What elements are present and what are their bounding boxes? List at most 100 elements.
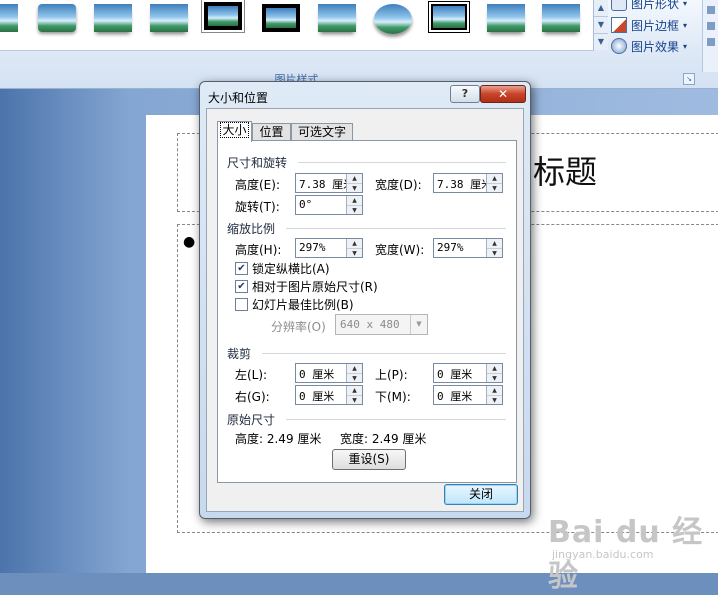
scale-width-spinner[interactable]: 297% ▲ ▼ <box>433 238 503 258</box>
spin-down-icon[interactable]: ▼ <box>347 395 362 405</box>
close-icon[interactable]: ✕ <box>480 85 526 103</box>
ribbon-right-group <box>702 0 718 72</box>
bring-forward-icon[interactable] <box>707 6 715 14</box>
spin-up-icon[interactable]: ▲ <box>347 196 362 205</box>
spinner-arrows[interactable]: ▲ ▼ <box>346 386 362 404</box>
reset-button[interactable]: 重设(S) <box>332 449 406 470</box>
rotation-label: 旋转(T): <box>235 200 280 214</box>
spinner-arrows[interactable]: ▲ ▼ <box>486 386 502 404</box>
spin-up-icon[interactable]: ▲ <box>487 174 502 183</box>
spinner-arrows[interactable]: ▲ ▼ <box>486 364 502 382</box>
gallery-up-icon[interactable]: ▲ <box>594 0 608 17</box>
divider <box>262 353 506 354</box>
border-pen-icon <box>611 17 627 33</box>
checkmark-icon: ✔ <box>237 281 246 292</box>
chevron-down-icon: ▼ <box>410 315 427 334</box>
crop-top-value: 0 厘米 <box>437 368 473 381</box>
help-button[interactable]: ? <box>450 85 480 103</box>
watermark-url: jingyan.baidu.com <box>552 548 654 561</box>
gallery-more-icon[interactable]: ▼ <box>594 34 608 50</box>
spin-down-icon[interactable]: ▼ <box>347 373 362 383</box>
effects-icon <box>611 38 627 54</box>
crop-bottom-value: 0 厘米 <box>437 390 473 403</box>
ribbon: ▲ ▼ ▼ 图片形状 ▾ 图片边框 ▾ 图片效果 ▾ 图片样式 ↘ <box>0 0 718 89</box>
scale-height-value: 297% <box>299 241 326 254</box>
spin-down-icon[interactable]: ▼ <box>487 395 502 405</box>
style-thumbnail-black-frame[interactable] <box>262 4 300 32</box>
spin-up-icon[interactable]: ▲ <box>487 386 502 395</box>
lock-aspect-checkbox[interactable]: ✔ <box>235 262 248 275</box>
style-thumbnail-double-frame[interactable] <box>428 1 470 33</box>
spin-down-icon[interactable]: ▼ <box>487 248 502 258</box>
tab-position[interactable]: 位置 <box>252 123 291 141</box>
rotation-value: 0° <box>299 198 313 211</box>
spin-up-icon[interactable]: ▲ <box>347 239 362 248</box>
crop-bottom-label: 下(M): <box>375 390 411 404</box>
spin-up-icon[interactable]: ▲ <box>347 174 362 183</box>
scale-width-label: 宽度(W): <box>375 243 425 257</box>
style-thumbnail-rotated[interactable] <box>542 4 580 32</box>
crop-left-value: 0 厘米 <box>299 368 335 381</box>
dialog-launcher-icon[interactable]: ↘ <box>683 73 695 85</box>
dialog-body: 大小 位置 可选文字 尺寸和旋转 高度(E): 7.38 厘米 ▲▼ 宽度(D)… <box>206 108 524 512</box>
bullet-icon: ● <box>183 234 196 250</box>
style-thumbnail-drop-shadow[interactable] <box>150 4 188 32</box>
spinner-arrows[interactable]: ▲ ▼ <box>346 196 362 214</box>
spin-down-icon[interactable]: ▼ <box>487 183 502 193</box>
picture-shape-button[interactable]: 图片形状 ▾ <box>611 0 687 12</box>
spin-down-icon[interactable]: ▼ <box>347 205 362 215</box>
section-scale: 缩放比例 <box>227 222 276 236</box>
spin-up-icon[interactable]: ▲ <box>347 386 362 395</box>
spinner-arrows[interactable]: ▲ ▼ <box>346 364 362 382</box>
style-thumbnail-soft-reflection[interactable] <box>487 4 525 32</box>
rotation-spinner[interactable]: 0° ▲ ▼ <box>295 195 363 215</box>
resolution-value: 640 x 480 <box>340 318 400 331</box>
width-value: 7.38 厘米 <box>437 178 487 191</box>
section-size-rotate: 尺寸和旋转 <box>227 156 288 170</box>
spinner-arrows[interactable]: ▲ ▼ <box>346 174 362 192</box>
spin-up-icon[interactable]: ▲ <box>487 364 502 373</box>
send-backward-icon[interactable] <box>707 22 715 30</box>
style-thumbnail-soft-shadow[interactable] <box>94 4 132 32</box>
gallery-down-icon[interactable]: ▼ <box>594 17 608 34</box>
spinner-arrows[interactable]: ▲ ▼ <box>346 239 362 257</box>
style-thumbnail-white-thick-frame[interactable] <box>204 2 242 30</box>
spin-up-icon[interactable]: ▲ <box>487 239 502 248</box>
spinner-arrows[interactable]: ▲ ▼ <box>486 239 502 257</box>
section-crop: 裁剪 <box>227 347 252 361</box>
checkmark-icon: ✔ <box>237 263 246 274</box>
style-thumbnail-simple-frame[interactable] <box>0 4 18 32</box>
spin-down-icon[interactable]: ▼ <box>347 183 362 193</box>
spin-up-icon[interactable]: ▲ <box>347 364 362 373</box>
spin-down-icon[interactable]: ▼ <box>347 248 362 258</box>
crop-left-label: 左(L): <box>235 368 268 382</box>
close-button[interactable]: 关闭 <box>444 484 518 505</box>
spin-down-icon[interactable]: ▼ <box>487 373 502 383</box>
width-spinner[interactable]: 7.38 厘米 ▲ ▼ <box>433 173 503 193</box>
crop-right-spinner[interactable]: 0 厘米 ▲ ▼ <box>295 385 363 405</box>
crop-left-spinner[interactable]: 0 厘米 ▲ ▼ <box>295 363 363 383</box>
style-thumbnail-reflected[interactable] <box>318 4 356 32</box>
picture-border-button[interactable]: 图片边框 ▾ <box>611 16 687 34</box>
style-thumbnail-soft-edge[interactable] <box>38 4 76 32</box>
width-label: 宽度(D): <box>375 178 422 192</box>
spinner-arrows[interactable]: ▲ ▼ <box>486 174 502 192</box>
crop-right-label: 右(G): <box>235 390 270 404</box>
relative-original-label: 相对于图片原始尺寸(R) <box>252 280 378 294</box>
crop-bottom-spinner[interactable]: 0 厘米 ▲ ▼ <box>433 385 503 405</box>
lock-aspect-label: 锁定纵横比(A) <box>252 262 330 276</box>
height-spinner[interactable]: 7.38 厘米 ▲▼ <box>295 173 363 193</box>
selection-pane-icon[interactable] <box>707 38 715 46</box>
picture-style-gallery <box>0 0 594 51</box>
scale-width-value: 297% <box>437 241 464 254</box>
crop-top-spinner[interactable]: 0 厘米 ▲ ▼ <box>433 363 503 383</box>
size-position-dialog: 大小和位置 ? ✕ 大小 位置 可选文字 尺寸和旋转 高度(E): 7.38 厘… <box>199 81 531 519</box>
divider <box>286 228 506 229</box>
best-scale-checkbox[interactable] <box>235 298 248 311</box>
tab-alt-text[interactable]: 可选文字 <box>291 123 353 141</box>
picture-effects-button[interactable]: 图片效果 ▾ <box>611 37 687 55</box>
style-thumbnail-oval[interactable] <box>374 4 412 34</box>
scale-height-spinner[interactable]: 297% ▲ ▼ <box>295 238 363 258</box>
relative-original-checkbox[interactable]: ✔ <box>235 280 248 293</box>
tab-size[interactable]: 大小 <box>217 121 252 142</box>
